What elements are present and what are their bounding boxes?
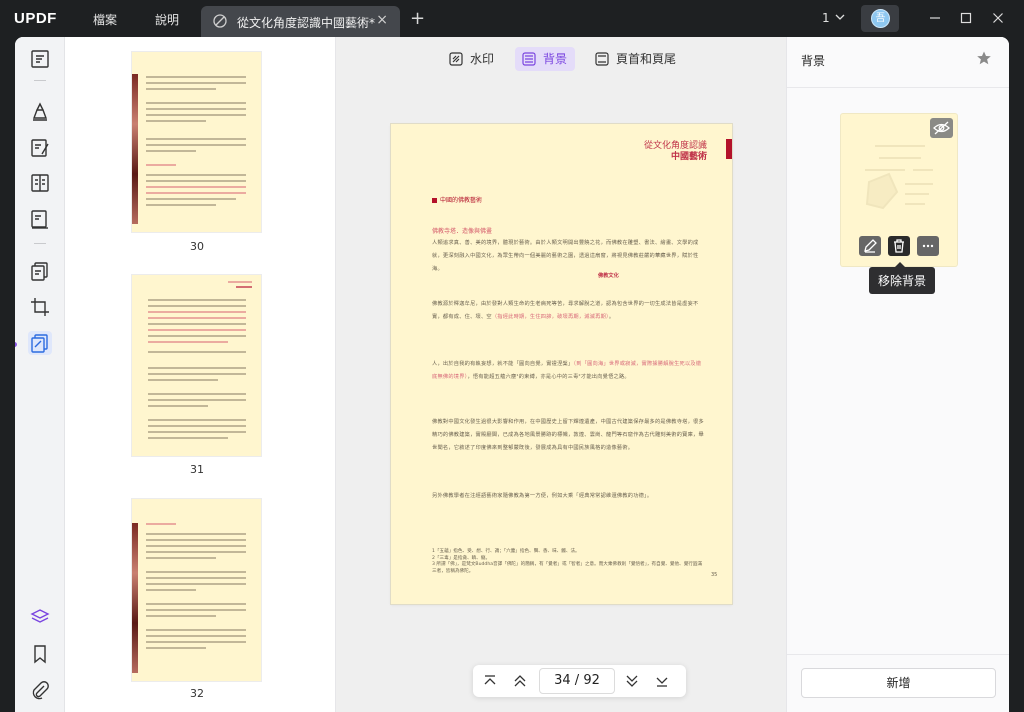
previous-page-icon[interactable]	[511, 672, 529, 690]
avatar: 吾	[871, 9, 890, 28]
background-button[interactable]: 背景	[515, 47, 576, 71]
thumbnail-page-30[interactable]	[132, 52, 261, 232]
bookmark-icon	[34, 645, 46, 664]
form-icon	[31, 174, 49, 192]
tab-title: 從文化角度認識中國藝術*	[237, 16, 376, 30]
hide-background-button[interactable]	[930, 118, 953, 138]
watermark-button[interactable]: 水印	[442, 47, 502, 71]
more-icon	[922, 244, 934, 248]
minimize-icon[interactable]	[926, 9, 944, 27]
star-icon[interactable]	[976, 50, 992, 66]
first-page-icon[interactable]	[481, 672, 499, 690]
organize-tool[interactable]	[28, 259, 52, 283]
thumbnail-page-32[interactable]	[132, 499, 261, 681]
paragraph-2: 佛教源於釋迦牟尼，由於發對人類生命的生老病死等苦，尋求解脫之道，認為包含世界的一…	[432, 301, 699, 320]
background-icon	[522, 52, 536, 66]
page-header-line2: 中國藝術	[670, 152, 707, 162]
page-number-input[interactable]: 34 / 92	[539, 668, 615, 694]
header-red-bar	[726, 139, 732, 159]
panel-title: 背景	[801, 54, 826, 68]
layers-tool[interactable]	[28, 605, 52, 629]
toolbar-divider	[34, 80, 46, 81]
pdf-page: 從文化角度認識 中國藝術 中國的佛教藝術 佛教寺塔．造像與佛畫 人類追求真、善、…	[391, 124, 732, 604]
crop-tool[interactable]	[28, 295, 52, 319]
bookmark-tool[interactable]	[28, 642, 52, 666]
section-title: 中國的佛教藝術	[432, 195, 482, 204]
paragraph-1: 人類追求真、善、美的境界，體現於藝術。由於人類文明開出豐饒之花，而佛教在雕塑、書…	[432, 240, 699, 272]
page-number: 35	[711, 572, 718, 578]
app-logo: UPDF	[14, 10, 57, 27]
add-background-button[interactable]: 新增	[801, 668, 996, 698]
close-icon[interactable]	[989, 9, 1007, 27]
organize-pages-icon	[31, 262, 48, 281]
last-page-icon[interactable]	[653, 672, 671, 690]
account-button[interactable]: 吾	[861, 5, 899, 32]
reader-icon	[31, 50, 49, 68]
document-canvas: 水印 背景 頁首和頁尾 從文化角度認識 中國藝術 中國的佛教藝術 佛教寺塔．造像…	[336, 37, 786, 712]
title-bar: UPDF 檔案 說明 從文化角度認識中國藝術* × + 1 吾	[0, 0, 1024, 37]
background-template-card[interactable]	[841, 114, 957, 266]
window-count[interactable]: 1	[822, 11, 830, 25]
layers-icon	[30, 609, 50, 623]
edit-pdf-icon	[31, 139, 49, 157]
edit-background-button[interactable]	[859, 236, 881, 256]
page-tools-actions: 水印 背景 頁首和頁尾	[336, 47, 786, 73]
background-preview-graphic	[865, 145, 933, 210]
thumbnail-image-strip	[132, 74, 138, 224]
document-tab[interactable]: 從文化角度認識中國藝術* ×	[201, 6, 400, 37]
app-window: 30 31 32 水印 背景 頁首和頁尾 從文化角度認識 中國藝術 中國的佛教藝…	[15, 37, 1009, 712]
menu-help[interactable]: 說明	[155, 11, 179, 28]
page-tools[interactable]	[28, 331, 52, 355]
watermark-icon	[449, 52, 463, 66]
menu-file[interactable]: 檔案	[93, 11, 117, 28]
signature-icon	[31, 210, 48, 229]
header-footer-icon	[595, 52, 609, 66]
form-tool[interactable]	[28, 171, 52, 195]
document-link-icon	[213, 14, 227, 28]
header-footer-button[interactable]: 頁首和頁尾	[588, 47, 684, 71]
more-options-button[interactable]	[917, 236, 939, 256]
crop-icon	[31, 298, 49, 316]
sub-title: 佛教寺塔．造像與佛畫	[432, 228, 493, 235]
background-panel: 背景 移除背景 新增	[786, 37, 1009, 712]
paperclip-icon	[32, 681, 49, 700]
inline-tag: 佛教文化	[598, 273, 619, 279]
pencil-icon	[864, 239, 877, 253]
left-toolbar	[15, 37, 65, 712]
trash-icon	[894, 239, 904, 253]
active-indicator	[15, 342, 17, 347]
toolbar-divider	[34, 243, 46, 244]
thumbnail-label: 30	[190, 240, 204, 253]
remove-background-button[interactable]	[888, 236, 910, 256]
tab-close-button[interactable]: ×	[376, 12, 388, 28]
thumbnail-pane: 30 31 32	[65, 37, 336, 712]
comment-tool[interactable]	[28, 99, 52, 123]
thumbnail-image-strip	[132, 523, 138, 673]
eye-off-icon	[933, 121, 950, 135]
sign-tool[interactable]	[28, 207, 52, 231]
attachment-tool[interactable]	[28, 678, 52, 702]
maximize-icon[interactable]	[957, 9, 975, 27]
remove-background-tooltip: 移除背景	[869, 262, 936, 294]
highlighter-icon	[32, 102, 48, 121]
footnotes: 1「五蘊」指色、受、想、行、識；「六塵」指色、聲、香、味、觸、法。 2「三毒」是…	[432, 549, 703, 574]
new-tab-button[interactable]: +	[410, 8, 425, 29]
chevron-down-icon[interactable]	[834, 11, 846, 23]
panel-divider	[787, 654, 1009, 655]
reader-tool[interactable]	[28, 47, 52, 71]
page-tools-icon	[31, 334, 48, 353]
paragraph-4: 佛教對中國文化發生過很大影響和作用，在中國歷史上留下輝煌遺產，中國古代建築保存最…	[432, 419, 704, 451]
paragraph-3: 人，出於自我的有執妄想，就不能「圓向自覺，實證涅槃」（到「圓向海」世界或寂滅，實…	[432, 361, 702, 380]
edit-tool[interactable]	[28, 136, 52, 160]
paragraph-5: 另外佛教學者在注經語藝術家隨佛教為第一方便，例如大乘「經典常常認維還佛教的功德」…	[432, 493, 653, 499]
thumbnail-label: 32	[190, 687, 204, 700]
thumbnail-page-31[interactable]	[132, 275, 261, 456]
thumbnail-label: 31	[190, 463, 204, 476]
page-navigation: 34 / 92	[473, 665, 686, 697]
panel-divider	[787, 87, 1009, 88]
next-page-icon[interactable]	[623, 672, 641, 690]
